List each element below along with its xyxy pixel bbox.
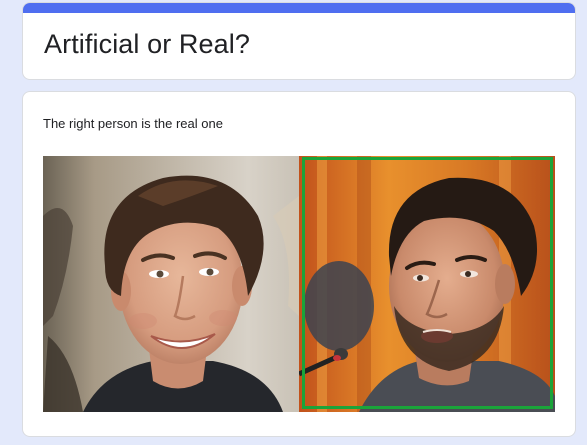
question-card: The right person is the real one [22,91,576,437]
left-face-photo [43,156,299,412]
form-accent-bar [23,3,575,13]
question-text: The right person is the real one [43,116,223,131]
right-face-photo [299,156,555,412]
form-title: Artificial or Real? [44,29,250,59]
photo-pair [43,156,555,412]
form-title-card: Artificial or Real? [22,2,576,80]
